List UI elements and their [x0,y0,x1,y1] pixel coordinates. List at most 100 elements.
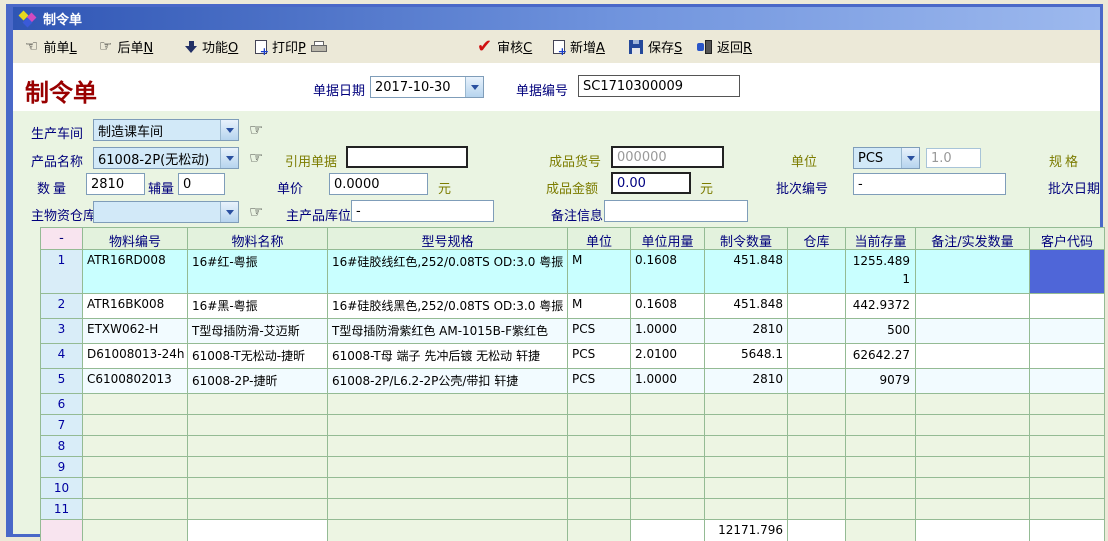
amount-input[interactable] [611,172,691,194]
table-cell[interactable] [83,415,188,436]
table-cell[interactable] [83,457,188,478]
table-cell[interactable] [788,394,846,415]
table-cell[interactable]: PCS [568,369,631,394]
workshop-combo[interactable]: 制造课车间 [93,119,239,141]
table-cell[interactable]: 9079 [846,369,916,394]
table-cell[interactable] [916,415,1030,436]
table-cell[interactable] [788,250,846,294]
table-cell[interactable] [328,457,568,478]
location-input[interactable] [351,200,494,222]
table-cell[interactable] [788,499,846,520]
table-cell[interactable] [916,457,1030,478]
table-cell[interactable]: M [568,294,631,319]
table-cell[interactable] [568,394,631,415]
table-cell[interactable] [328,436,568,457]
table-cell[interactable] [1030,294,1105,319]
table-cell[interactable] [916,478,1030,499]
table-cell[interactable]: 61008-2P/L6.2-2P公壳/带扣 轩捷 [328,369,568,394]
table-cell[interactable] [568,457,631,478]
table-cell[interactable] [568,478,631,499]
table-cell[interactable] [188,436,328,457]
audit-button[interactable]: ✔ 审核C [473,30,536,63]
table-cell[interactable] [1030,394,1105,415]
ref-doc-input[interactable] [346,146,468,168]
table-cell[interactable]: 2810 [705,319,788,344]
table-cell[interactable] [631,499,705,520]
table-cell[interactable]: 61008-T母 端子 先冲后镀 无松动 轩捷 [328,344,568,369]
table-cell[interactable]: 2810 [705,369,788,394]
table-cell[interactable]: 5648.1 [705,344,788,369]
table-cell[interactable]: ATR16BK008 [83,294,188,319]
table-cell[interactable] [1030,415,1105,436]
save-button[interactable]: 保存S [625,30,686,63]
row-number-cell[interactable]: 5 [41,369,83,394]
table-cell[interactable]: 1255.4891 [846,250,916,294]
table-cell[interactable] [788,294,846,319]
table-cell[interactable]: 451.848 [705,250,788,294]
table-cell[interactable]: 1.0000 [631,319,705,344]
table-cell[interactable] [1030,457,1105,478]
table-cell[interactable] [1030,319,1105,344]
table-cell[interactable]: 500 [846,319,916,344]
table-cell[interactable]: ETXW062-H [83,319,188,344]
row-number-cell[interactable]: 4 [41,344,83,369]
table-cell[interactable] [705,457,788,478]
table-cell[interactable] [788,319,846,344]
doc-date-combo[interactable]: 2017-10-30 [370,76,484,98]
table-cell[interactable] [916,319,1030,344]
table-cell[interactable] [188,415,328,436]
row-number-cell[interactable]: 11 [41,499,83,520]
row-number-cell[interactable]: 6 [41,394,83,415]
table-cell[interactable]: 451.848 [705,294,788,319]
table-cell[interactable] [188,478,328,499]
table-cell[interactable] [916,369,1030,394]
table-cell[interactable] [631,415,705,436]
table-cell[interactable] [1030,369,1105,394]
print-button[interactable]: + 打印P [251,30,331,63]
table-cell[interactable]: 61008-T无松动-捷昕 [188,344,328,369]
table-cell[interactable] [916,294,1030,319]
table-cell[interactable] [788,344,846,369]
price-input[interactable] [329,173,428,195]
table-cell[interactable] [631,457,705,478]
dropdown-arrow-icon[interactable] [465,77,483,97]
table-cell[interactable] [568,499,631,520]
table-cell[interactable] [846,415,916,436]
row-number-cell[interactable]: 9 [41,457,83,478]
table-cell[interactable]: PCS [568,319,631,344]
table-cell[interactable] [705,415,788,436]
table-cell[interactable]: 2.0100 [631,344,705,369]
table-cell[interactable] [705,478,788,499]
table-cell[interactable] [705,499,788,520]
table-cell[interactable] [916,250,1030,294]
table-cell[interactable] [83,478,188,499]
table-cell[interactable] [328,499,568,520]
table-cell[interactable]: T型母插防滑紫红色 AM-1015B-F紫红色 [328,319,568,344]
row-number-cell[interactable]: 2 [41,294,83,319]
return-button[interactable]: 返回R [693,30,756,63]
dropdown-arrow-icon[interactable] [220,120,238,140]
table-cell[interactable]: 442.9372 [846,294,916,319]
table-cell[interactable] [568,415,631,436]
table-cell[interactable]: PCS [568,344,631,369]
product-lookup-hand-icon[interactable]: ☞ [249,150,263,166]
table-cell[interactable] [916,394,1030,415]
table-cell[interactable] [846,478,916,499]
table-cell[interactable] [328,415,568,436]
row-number-cell[interactable]: 3 [41,319,83,344]
next-doc-button[interactable]: ☞ 后单N [95,30,157,63]
table-cell[interactable]: 0.1608 [631,294,705,319]
table-cell[interactable] [705,394,788,415]
table-cell[interactable] [916,436,1030,457]
table-cell[interactable] [788,478,846,499]
table-cell[interactable] [1030,499,1105,520]
table-cell[interactable] [788,436,846,457]
table-cell[interactable] [188,499,328,520]
table-cell[interactable] [788,457,846,478]
warehouse-combo[interactable] [93,201,239,223]
table-cell[interactable]: 16#黑-粤振 [188,294,328,319]
row-number-cell[interactable]: 7 [41,415,83,436]
table-cell[interactable]: 1.0000 [631,369,705,394]
table-cell[interactable] [846,394,916,415]
unit-combo[interactable]: PCS [853,147,920,169]
